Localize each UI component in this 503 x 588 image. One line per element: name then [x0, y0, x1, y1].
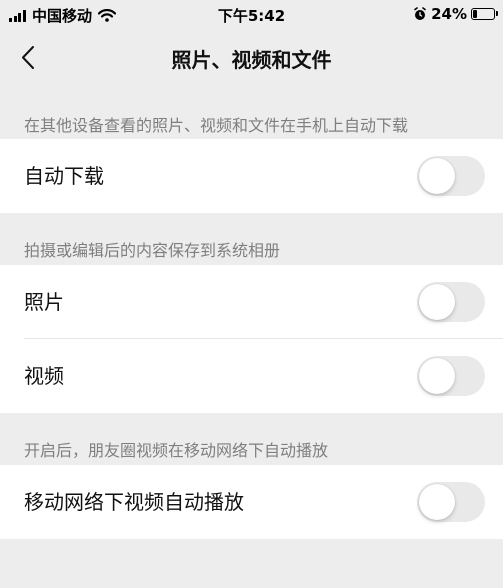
alarm-icon	[414, 7, 426, 20]
toggle-knob	[419, 284, 455, 320]
section-caption-moments-autoplay: 开启后，朋友圈视频在移动网络下自动播放	[24, 441, 329, 460]
setting-label: 视频	[24, 364, 64, 388]
battery-icon	[471, 8, 498, 20]
cellular-autoplay-toggle[interactable]	[417, 482, 485, 522]
setting-row-videos[interactable]: 视频	[0, 339, 503, 413]
settings-group-save-to-album: 照片 视频	[0, 265, 503, 413]
settings-group-auto-download: 自动下载	[0, 139, 503, 213]
toggle-knob	[419, 358, 455, 394]
settings-group-moments-autoplay: 移动网络下视频自动播放	[0, 465, 503, 539]
auto-download-toggle[interactable]	[417, 156, 485, 196]
battery-level	[473, 10, 477, 18]
navigation-bar: 照片、视频和文件	[0, 30, 503, 86]
setting-label: 照片	[24, 290, 64, 314]
setting-row-cellular-autoplay[interactable]: 移动网络下视频自动播放	[0, 465, 503, 539]
setting-label: 移动网络下视频自动播放	[24, 490, 244, 514]
setting-label: 自动下载	[24, 164, 104, 188]
setting-row-photos[interactable]: 照片	[0, 265, 503, 339]
toggle-knob	[419, 484, 455, 520]
save-photos-toggle[interactable]	[417, 282, 485, 322]
toggle-knob	[419, 158, 455, 194]
section-caption-auto-download: 在其他设备查看的照片、视频和文件在手机上自动下载	[24, 116, 409, 135]
save-videos-toggle[interactable]	[417, 356, 485, 396]
status-right: 24%	[413, 5, 498, 23]
section-caption-save-to-album: 拍摄或编辑后的内容保存到系统相册	[24, 241, 281, 260]
battery-percent: 24%	[431, 5, 467, 23]
status-bar: 中国移动 下午5:42 24%	[0, 0, 503, 30]
setting-row-auto-download[interactable]: 自动下载	[0, 139, 503, 213]
page-title: 照片、视频和文件	[171, 48, 332, 72]
